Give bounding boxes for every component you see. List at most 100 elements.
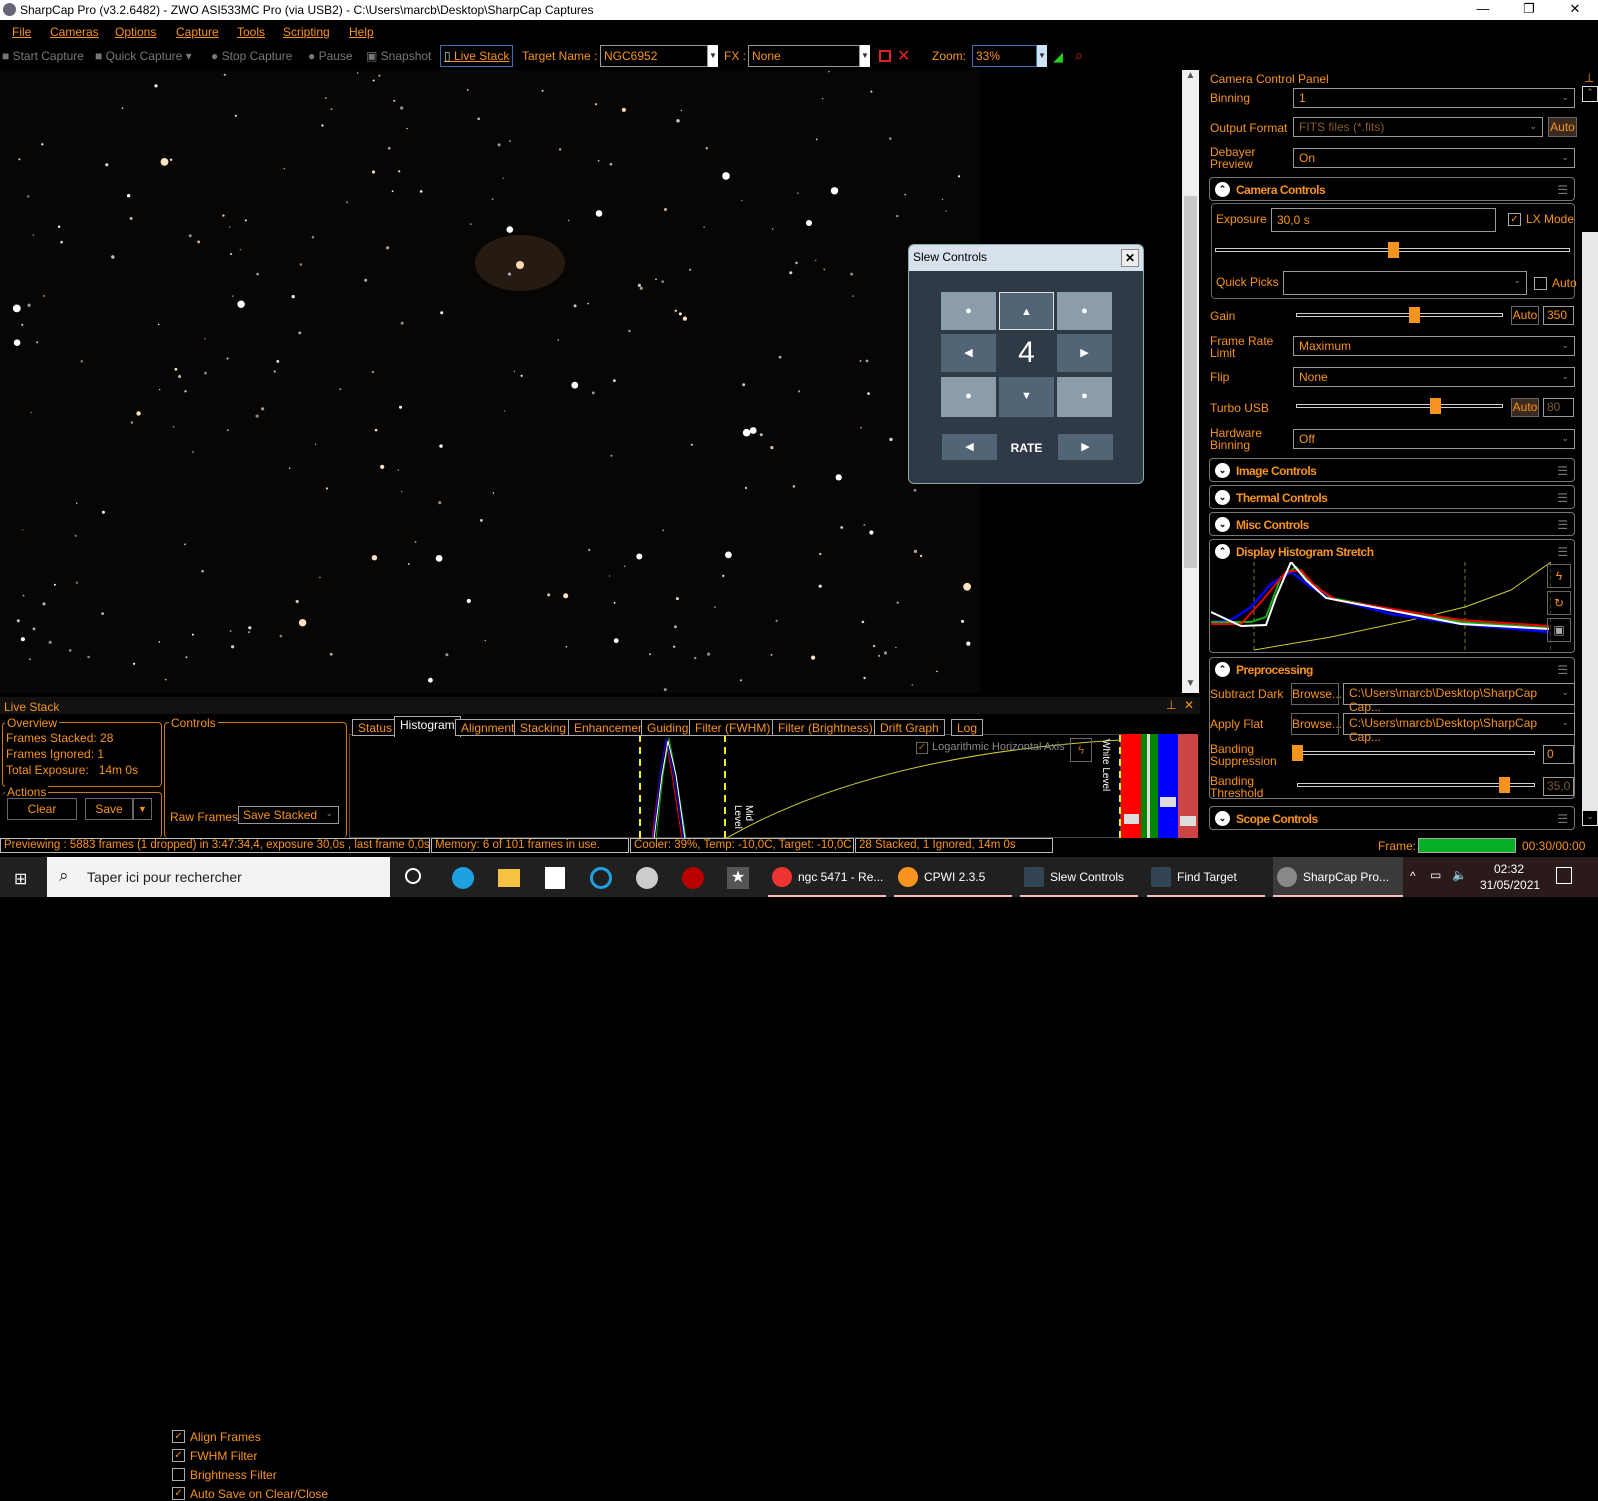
save-stretch-icon[interactable]: ▣ <box>1547 618 1571 642</box>
zoom-select[interactable]: 33% <box>972 45 1037 67</box>
auto-save-on-clear-closecheckbox[interactable]: ✓ <box>172 1487 185 1500</box>
reset-stretch-icon[interactable]: ↻ <box>1547 591 1571 615</box>
quick-capture-button[interactable]: ■ Quick Capture ▾ <box>95 49 192 63</box>
fx-select[interactable]: None <box>748 45 860 67</box>
fx-clear-icon[interactable]: ✕ <box>897 46 910 66</box>
menu-file[interactable]: File <box>12 25 31 39</box>
file-explorer-icon[interactable] <box>498 869 520 887</box>
slew-north-button[interactable]: ▲ <box>999 292 1054 330</box>
quick-picks-auto-checkbox[interactable] <box>1534 277 1547 290</box>
scrollbar-thumb[interactable] <box>1184 196 1197 568</box>
blue-level-slider[interactable] <box>1158 734 1178 838</box>
histogram-icon[interactable]: ◢ <box>1053 49 1063 65</box>
menu-scripting[interactable]: Scripting <box>283 25 330 39</box>
debayer-preview-select[interactable]: On ⌄ <box>1293 148 1575 168</box>
slew-northwest-button[interactable]: ● <box>941 292 996 330</box>
luminance-level-slider[interactable] <box>1178 734 1198 838</box>
tab-stacking[interactable]: Stacking <box>514 719 573 736</box>
chevron-up-icon[interactable]: ⌃ <box>1215 662 1230 677</box>
ccleaner-icon[interactable] <box>590 867 612 889</box>
tab-log[interactable]: Log <box>951 719 984 736</box>
slew-southwest-button[interactable]: ● <box>941 377 996 417</box>
stellarium-icon[interactable]: ★ <box>727 867 749 889</box>
taskbar-find-target[interactable]: Find Target <box>1147 857 1265 897</box>
scroll-up-icon[interactable]: ▲ <box>1182 70 1199 85</box>
windows-start-icon[interactable]: ⊞ <box>14 869 27 889</box>
start-capture-button[interactable]: ■ Start Capture <box>2 49 84 63</box>
slew-northeast-button[interactable]: ● <box>1057 292 1112 330</box>
turbo-usb-slider-thumb[interactable] <box>1429 398 1441 414</box>
pause-button[interactable]: ● Pause <box>308 49 353 63</box>
output-format-auto-button[interactable]: Auto <box>1548 117 1577 137</box>
banding-suppression-slider-thumb[interactable] <box>1292 745 1303 761</box>
taskbar-slew-controls[interactable]: Slew Controls <box>1020 857 1138 897</box>
tab-filter-fwhm-[interactable]: Filter (FWHM) <box>689 719 777 736</box>
menu-cameras[interactable]: Cameras <box>50 25 99 39</box>
gauge-app-icon[interactable] <box>682 867 704 889</box>
target-name-input[interactable]: NGC6952 <box>600 45 708 67</box>
frame-rate-limit-select[interactable]: Maximum ⌄ <box>1293 336 1575 356</box>
chevron-up-icon[interactable]: ⌃ <box>1215 544 1230 559</box>
turbo-usb-value-input[interactable]: 80 <box>1543 398 1574 417</box>
raw-frames-select[interactable]: Save Stacked ⌄ <box>238 806 339 824</box>
gain-auto-button[interactable]: Auto <box>1511 306 1539 325</box>
tab-filter-brightness-[interactable]: Filter (Brightness) <box>772 719 879 736</box>
menu-icon[interactable]: ☰ <box>1557 812 1568 826</box>
luminance-level-thumb[interactable] <box>1180 816 1196 826</box>
document-app-icon[interactable] <box>545 867 565 889</box>
task-view-icon[interactable] <box>405 868 421 884</box>
save-button[interactable]: Save <box>85 798 133 820</box>
snapshot-button[interactable]: ▣ Snapshot <box>366 49 431 63</box>
slew-east-button[interactable]: ▶ <box>1057 334 1112 372</box>
slew-close-button[interactable]: ✕ <box>1121 249 1139 267</box>
target-dropdown-icon[interactable]: ▼ <box>708 45 718 67</box>
hardware-binning-select[interactable]: Off ⌄ <box>1293 429 1575 449</box>
auto-stretch-lightning-icon[interactable]: ϟ <box>1547 564 1571 588</box>
scroll-down-icon[interactable]: ▼ <box>1182 678 1199 693</box>
panel-scroll-up-icon[interactable]: ⌃ <box>1582 86 1598 102</box>
tab-status[interactable]: Status <box>352 719 399 736</box>
menu-icon[interactable]: ☰ <box>1557 663 1568 677</box>
slew-southeast-button[interactable]: ● <box>1057 377 1112 417</box>
menu-options[interactable]: Options <box>115 25 156 39</box>
menu-icon[interactable]: ☰ <box>1557 518 1568 532</box>
close-button[interactable]: ✕ <box>1552 0 1598 20</box>
display-histogram-graph[interactable] <box>1211 562 1551 652</box>
notifications-icon[interactable] <box>1556 867 1572 884</box>
camera-controls-section-header[interactable]: ⌃ Camera Controls ☰ <box>1209 177 1575 201</box>
pin-icon[interactable]: ⊥ <box>1584 71 1594 85</box>
fx-dropdown-icon[interactable]: ▼ <box>860 45 870 67</box>
apply-flat-path-select[interactable]: C:\Users\marcb\Desktop\SharpCap Cap... ⌄ <box>1343 713 1575 744</box>
volume-icon[interactable]: 🔈 <box>1452 868 1467 882</box>
panel-scroll-down-icon[interactable]: ⌄ <box>1582 810 1598 826</box>
slew-west-button[interactable]: ◀ <box>941 334 996 372</box>
lx-mode-checkbox[interactable]: ✓ <box>1508 213 1521 226</box>
live-stack-close-icon[interactable]: ✕ <box>1184 698 1194 712</box>
menu-icon[interactable]: ☰ <box>1557 545 1568 559</box>
save-dropdown-icon[interactable]: ▼ <box>133 798 152 820</box>
subtract-dark-browse-button[interactable]: Browse... <box>1291 683 1342 705</box>
gain-slider-thumb[interactable] <box>1408 307 1420 323</box>
clock-date[interactable]: 31/05/2021 <box>1480 878 1540 892</box>
red-level-thumb[interactable] <box>1124 814 1139 824</box>
tab-histogram[interactable]: Histogram <box>394 716 461 737</box>
zoom-inspect-icon[interactable]: ⌕ <box>1075 47 1083 64</box>
gain-value-input[interactable]: 350 <box>1543 306 1574 325</box>
zoom-dropdown-icon[interactable]: ▼ <box>1037 45 1047 67</box>
tray-chevron-up-icon[interactable]: ^ <box>1410 869 1416 883</box>
viewer-scrollbar[interactable]: ▲ ▼ <box>1182 70 1199 693</box>
network-icon[interactable]: ▭ <box>1430 868 1441 882</box>
binning-select[interactable]: 1 ⌄ <box>1293 88 1575 108</box>
edge-icon[interactable] <box>452 867 474 889</box>
brightness-filtercheckbox[interactable] <box>172 1468 185 1481</box>
align-framescheckbox[interactable]: ✓ <box>172 1430 185 1443</box>
log-axis-checkbox[interactable]: ✓ <box>916 742 928 754</box>
fwhm-filtercheckbox[interactable]: ✓ <box>172 1449 185 1462</box>
auto-stretch-lightning-icon[interactable]: ϟ <box>1070 738 1092 762</box>
maximize-button[interactable]: ❐ <box>1506 0 1552 20</box>
misc-controls-section-header[interactable]: ⌄ Misc Controls ☰ <box>1209 512 1575 536</box>
menu-help[interactable]: Help <box>349 25 374 39</box>
banding-threshold-input[interactable]: 35,0 <box>1543 777 1574 796</box>
taskbar-cpwi[interactable]: CPWI 2.3.5 <box>894 857 1012 897</box>
tab-drift-graph[interactable]: Drift Graph <box>874 719 945 736</box>
